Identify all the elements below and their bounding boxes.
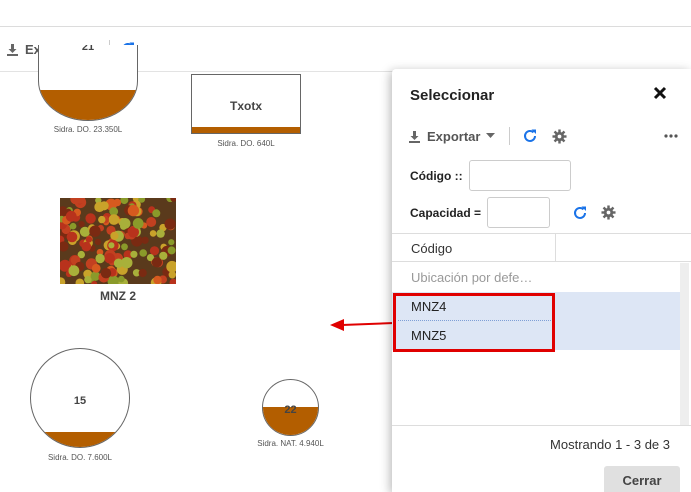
capacidad-filter-row: Capacidad = [410,197,616,228]
annotation-arrow [330,319,395,331]
panel-title: Seleccionar [410,87,495,104]
close-button[interactable]: Cerrar [604,466,680,492]
tank-caption: Sidra. DO. 23.350L [53,125,123,134]
tank-fill [31,432,129,447]
pagination-status: Mostrando 1 - 3 de 3 [550,437,670,452]
panel-toolbar: Exportar [408,125,678,147]
toolbar-divider [509,127,511,145]
app-page: Exportar 21 Sidra. DO. 23.350L Txotx Sid… [0,0,691,492]
select-panel: Seleccionar Exportar Código:: Capacidad… [392,69,691,492]
gear-icon[interactable] [552,128,567,144]
annotation-highlight-box [393,293,555,352]
codigo-filter-label: Código :: [410,168,463,183]
grid-scrollbar[interactable] [680,263,689,425]
column-divider[interactable] [555,234,556,262]
apples-image[interactable] [60,198,176,284]
export-label: Exportar [427,128,481,144]
tank-number: 15 [73,395,87,407]
caret-down-icon [486,133,496,139]
download-icon [408,130,421,143]
column-header-codigo[interactable]: Código [411,241,452,256]
tank-name: Txotx [229,99,262,113]
tank-caption: Sidra. NAT. 4.940L [257,439,324,448]
grid-header: Código [392,233,691,262]
capacidad-filter-label: Capacidad = [410,205,482,220]
location-label: MNZ 2 [100,289,136,303]
grid-footer-divider [392,425,691,426]
tank-caption: Sidra. DO. 7.600L [47,453,113,462]
codigo-filter-input[interactable] [468,160,571,191]
list-item[interactable]: Ubicación por defe… [392,263,680,292]
panel-export-button[interactable]: Exportar [408,128,496,144]
tank-caption: Sidra. DO. 640L [217,139,275,148]
close-icon[interactable] [652,85,672,105]
refresh-icon[interactable] [522,128,538,144]
codigo-filter-row: Código :: [410,160,571,191]
tank-fill [39,90,137,120]
top-bar [0,0,691,27]
tank-22[interactable]: 22 [262,379,319,436]
tank-txotx[interactable]: Txotx [191,74,301,134]
tank-21[interactable]: 21 [38,45,138,121]
refresh-icon[interactable] [572,205,588,221]
more-options-icon[interactable] [664,134,678,138]
capacidad-filter-input[interactable] [487,197,551,228]
download-icon [6,43,19,56]
tank-15[interactable]: 15 [30,348,130,448]
tank-number: 22 [284,404,297,416]
tank-number: 21 [81,45,95,53]
gear-icon[interactable] [601,205,616,220]
tank-fill [192,127,300,133]
